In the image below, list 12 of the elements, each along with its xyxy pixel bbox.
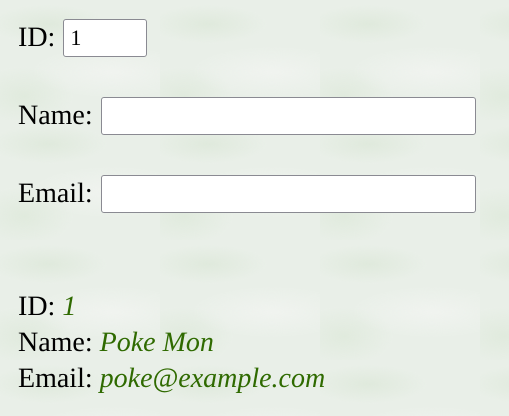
field-label: ID:	[18, 22, 56, 54]
output-label: Email:	[18, 362, 93, 396]
field-label: Name:	[18, 100, 93, 132]
field-label: Email:	[18, 178, 93, 210]
output-value: 1	[62, 290, 76, 324]
output-value: poke@example.com	[100, 362, 326, 396]
output-value: Poke Mon	[100, 326, 214, 360]
input-field[interactable]	[100, 175, 476, 213]
input-field[interactable]	[100, 97, 476, 135]
output-label: ID:	[18, 290, 56, 324]
output-label: Name:	[18, 326, 93, 360]
input-field[interactable]: 1	[63, 19, 148, 57]
